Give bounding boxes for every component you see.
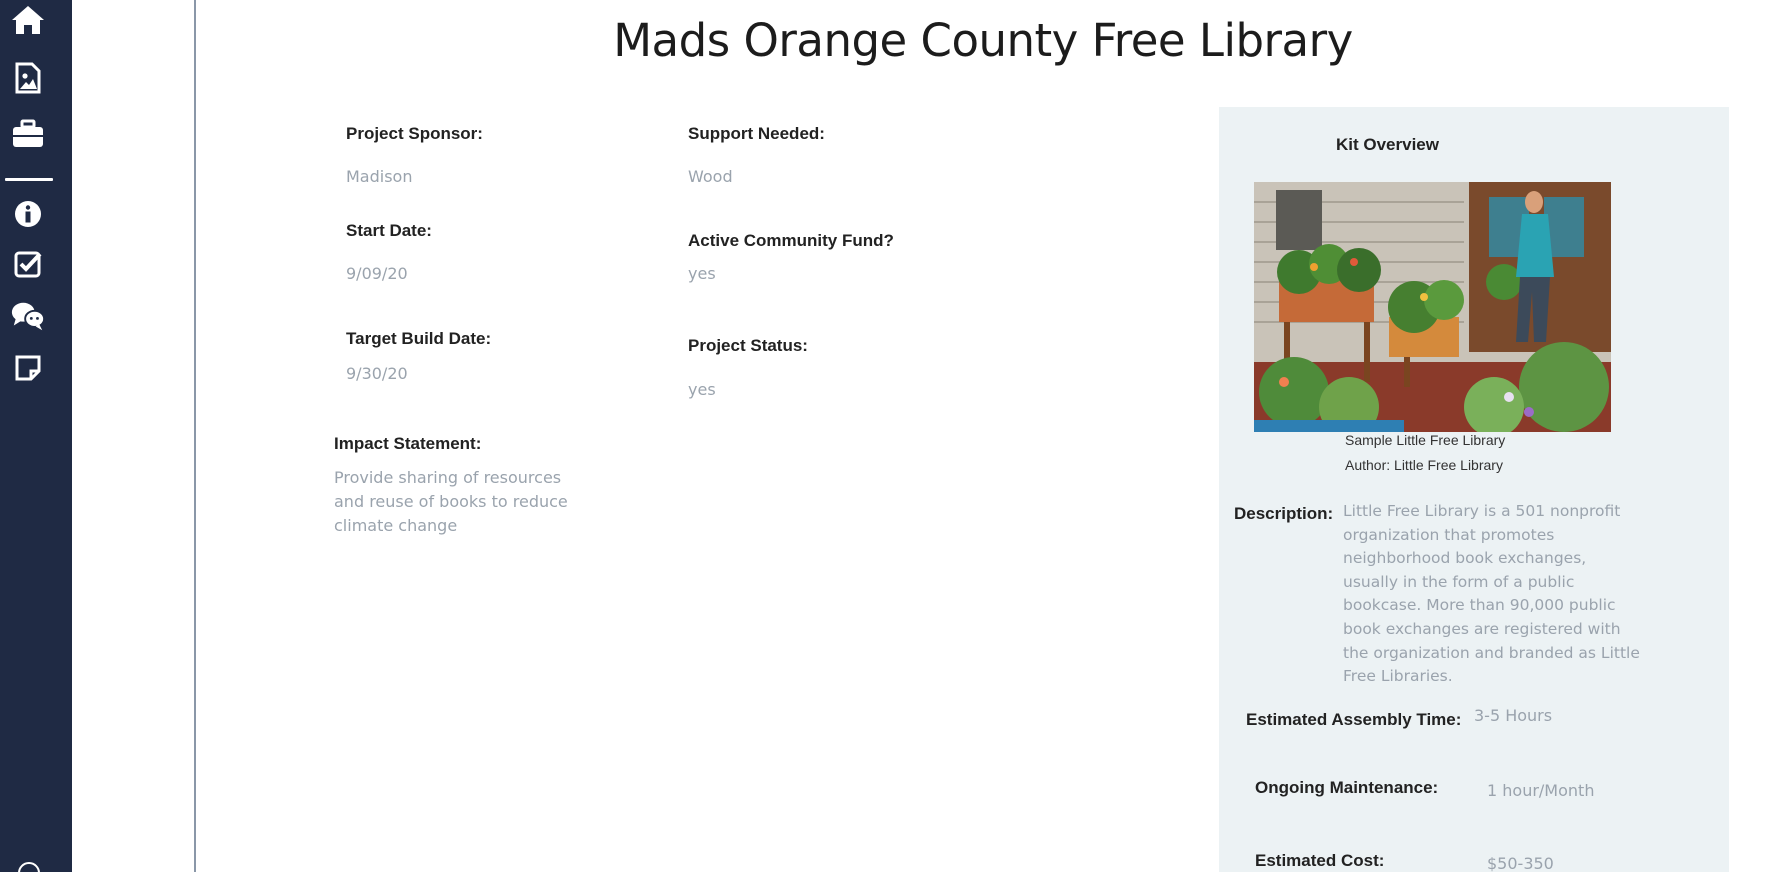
assembly-time-value: 3-5 Hours — [1474, 706, 1553, 725]
kit-sample-photo — [1254, 182, 1611, 432]
support-needed-label: Support Needed: — [688, 124, 825, 143]
impact-statement-label: Impact Statement: — [334, 434, 482, 453]
maintenance-value: 1 hour/Month — [1487, 781, 1595, 800]
briefcase-icon[interactable] — [10, 116, 46, 152]
impact-statement-value: Provide sharing of resources and reuse o… — [334, 468, 568, 535]
sidebar-divider — [5, 178, 53, 181]
support-needed-value: Wood — [688, 167, 733, 186]
start-date-label: Start Date: — [346, 221, 432, 240]
kit-overview-panel: Kit Overview Sample Little Free Library … — [1219, 107, 1729, 873]
assembly-time-label: Estimated Assembly Time: — [1246, 710, 1462, 729]
chat-icon[interactable] — [10, 298, 46, 334]
sidebar-partial-icon[interactable] — [18, 862, 40, 884]
description-value: Little Free Library is a 501 nonprofit o… — [1343, 502, 1640, 686]
maintenance-label: Ongoing Maintenance: — [1255, 778, 1439, 797]
home-icon[interactable] — [10, 2, 46, 38]
estimated-cost-label: Estimated Cost: — [1255, 851, 1385, 870]
note-icon[interactable] — [10, 350, 46, 386]
project-sponsor-label: Project Sponsor: — [346, 124, 483, 143]
photo-caption-title: Sample Little Free Library — [1345, 432, 1506, 448]
info-icon[interactable] — [10, 196, 46, 232]
target-build-date-value: 9/30/20 — [346, 364, 408, 383]
start-date-value: 9/09/20 — [346, 264, 408, 283]
project-sponsor-value: Madison — [346, 167, 413, 186]
page-title: Mads Orange County Free Library — [613, 14, 1353, 67]
photo-caption-author: Author: Little Free Library — [1345, 457, 1503, 473]
kit-overview-title: Kit Overview — [1336, 135, 1439, 154]
project-status-label: Project Status: — [688, 336, 808, 355]
content-divider — [194, 0, 196, 872]
community-fund-value: yes — [688, 264, 716, 283]
image-file-icon[interactable] — [10, 60, 46, 96]
sidebar — [0, 0, 72, 884]
checkbox-icon[interactable] — [10, 246, 46, 282]
project-status-value: yes — [688, 380, 716, 399]
community-fund-label: Active Community Fund? — [688, 231, 894, 250]
description-label: Description: — [1234, 504, 1334, 523]
estimated-cost-value: $50-350 — [1487, 854, 1554, 873]
target-build-date-label: Target Build Date: — [346, 329, 492, 348]
